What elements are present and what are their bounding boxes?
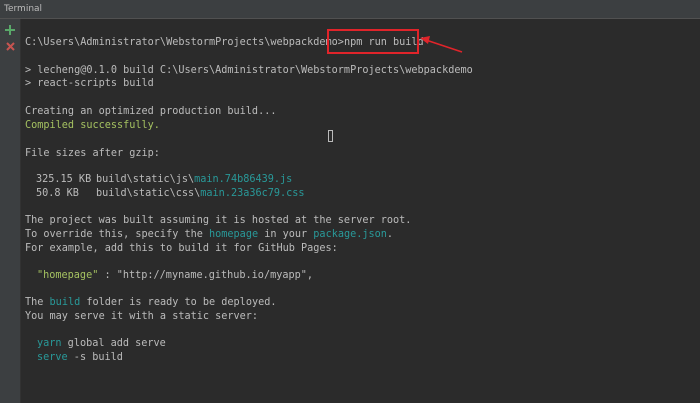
override-suffix: . [386,229,394,240]
file-row: 325.15 KB build\static\js\main.74b86439.j… [36,173,292,186]
file-size: 50.8 KB [36,188,79,199]
override-middle: in your [258,229,314,240]
override-line: To override this, specify the homepage i… [25,228,393,241]
serve-line: You may serve it with a static server: [25,311,259,322]
file-dir: build\static\js\ [96,174,195,185]
build-suffix: folder is ready to be deployed. [80,297,277,308]
file-row: 50.8 KB build\static\css\main.23a36c79.cs… [36,187,305,200]
package-json-word: package.json [313,229,387,240]
serve-word: serve [37,352,68,363]
homepage-word: homepage [209,229,259,240]
build-prefix: The [25,297,50,308]
terminal-toolbar [0,19,21,403]
homepage-snippet: "homepage" : "http://myname.github.io/my… [37,269,313,282]
vertical-scrollbar[interactable] [696,19,700,403]
new-session-button[interactable] [3,23,17,37]
sizes-header: File sizes after gzip: [25,148,160,159]
script-line-1: > lecheng@0.1.0 build C:\Users\Administr… [25,65,473,76]
example-line: For example, add this to build it for Gi… [25,243,338,254]
serve-command-2: serve -s build [37,351,123,364]
file-name: main.74b86439.js [194,174,293,185]
command-highlight-box [327,29,419,54]
yarn-rest: global add serve [61,338,166,349]
deploy-line: The build folder is ready to be deployed… [25,296,277,309]
serve-rest: -s build [67,352,123,363]
homepage-key: "homepage" [37,270,99,281]
hosted-line: The project was built assuming it is hos… [25,215,412,226]
override-prefix: To override this, specify the [25,229,210,240]
yarn-word: yarn [37,338,62,349]
plus-icon [5,25,15,35]
file-size: 325.15 KB [36,174,92,185]
script-line-2: > react-scripts build [25,78,154,89]
build-word: build [49,297,81,308]
close-session-button[interactable] [3,39,17,53]
file-dir: build\static\css\ [96,188,201,199]
title-bar: Terminal [0,0,700,19]
close-icon [5,41,15,51]
annotation-arrow-icon [420,36,463,53]
terminal-window: Terminal C:\Users\Administrator\Webstorm… [0,0,700,403]
creating-line: Creating an optimized production build..… [25,106,277,117]
file-name: main.23a36c79.css [200,188,305,199]
window-title: Terminal [4,4,43,14]
compiled-line: Compiled successfully. [25,120,160,131]
prompt-text: C:\Users\Administrator\WebstormProjects\… [25,37,344,48]
text-cursor [328,130,333,142]
homepage-value: : "http://myname.github.io/myapp", [98,270,314,281]
serve-command-1: yarn global add serve [37,337,166,350]
